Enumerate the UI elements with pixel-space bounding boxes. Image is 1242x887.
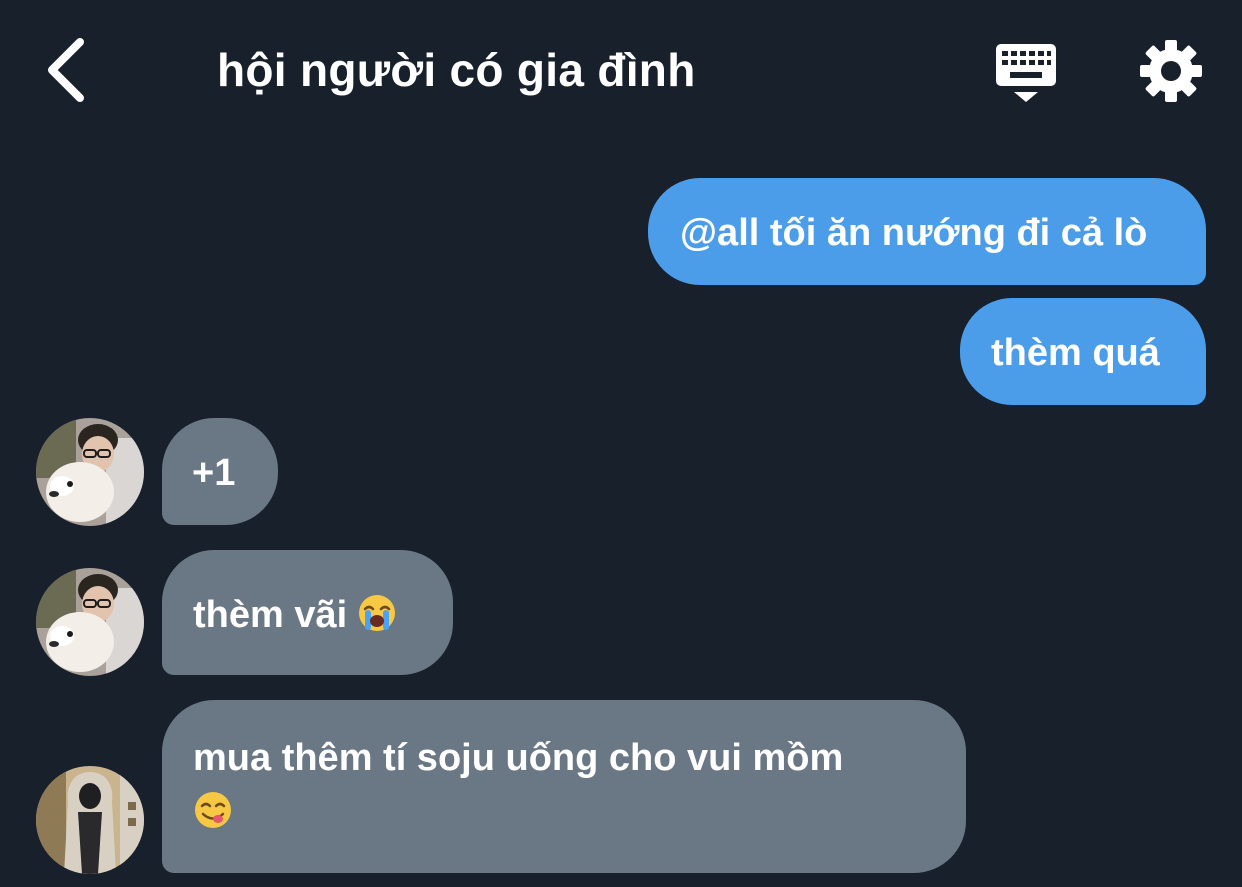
message-text: thèm quá	[991, 332, 1160, 374]
gear-icon	[1140, 40, 1202, 102]
avatar-photo-boy-with-dog	[36, 418, 144, 526]
message-text: +1	[192, 452, 236, 494]
incoming-message[interactable]: mua thêm tí soju uống cho vui mồm	[162, 700, 966, 873]
keyboard-icon	[996, 44, 1056, 102]
message-text: mua thêm tí soju uống cho vui mồm	[193, 737, 844, 779]
settings-button[interactable]	[1138, 38, 1204, 104]
face-savoring-food-icon	[193, 790, 966, 846]
message-text: @all tối ăn nướng đi cả lò	[680, 212, 1148, 254]
chevron-left-icon	[48, 38, 84, 102]
back-button[interactable]	[38, 32, 98, 108]
incoming-message[interactable]: +1	[162, 418, 278, 525]
avatar[interactable]	[36, 568, 144, 676]
keyboard-toggle-button[interactable]	[992, 40, 1060, 106]
avatar-photo-boy-with-dog	[36, 568, 144, 676]
avatar[interactable]	[36, 418, 144, 526]
avatar[interactable]	[36, 766, 144, 874]
incoming-message[interactable]: thèm vãi	[162, 550, 453, 675]
avatar-photo-hooded-person	[36, 766, 144, 874]
header-bar: hội người có gia đình	[0, 0, 1242, 140]
loudly-crying-face-icon	[357, 593, 397, 646]
outgoing-message[interactable]: @all tối ăn nướng đi cả lò	[648, 178, 1206, 285]
chat-title: hội người có gia đình	[217, 44, 696, 96]
outgoing-message[interactable]: thèm quá	[960, 298, 1206, 405]
message-text: thèm vãi	[193, 594, 348, 636]
